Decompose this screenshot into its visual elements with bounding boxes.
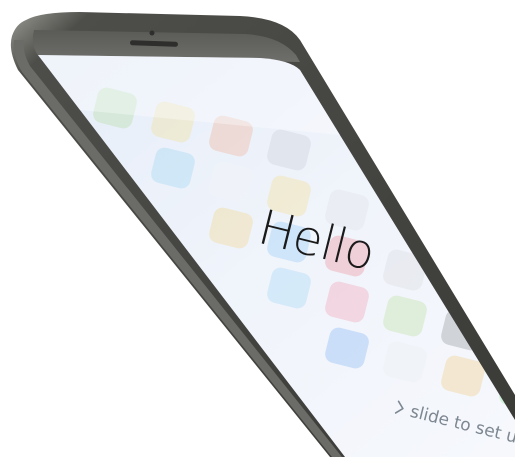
phone-illustration: Hello slide to set u [10,12,515,457]
scene: Hello slide to set u [0,0,515,457]
front-camera-icon [149,30,155,36]
